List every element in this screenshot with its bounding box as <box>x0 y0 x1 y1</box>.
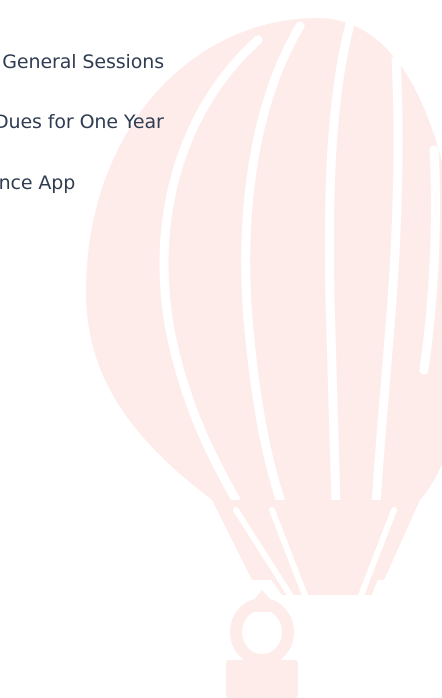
feature-item-dues-one-year: Dues for One Year <box>0 111 164 133</box>
hot-air-balloon-icon <box>86 18 442 698</box>
feature-item-general-sessions: ll General Sessions <box>0 51 165 73</box>
page: ll General Sessions Dues for One Year en… <box>0 0 442 698</box>
feature-item-conference-app: ence App <box>0 172 76 194</box>
